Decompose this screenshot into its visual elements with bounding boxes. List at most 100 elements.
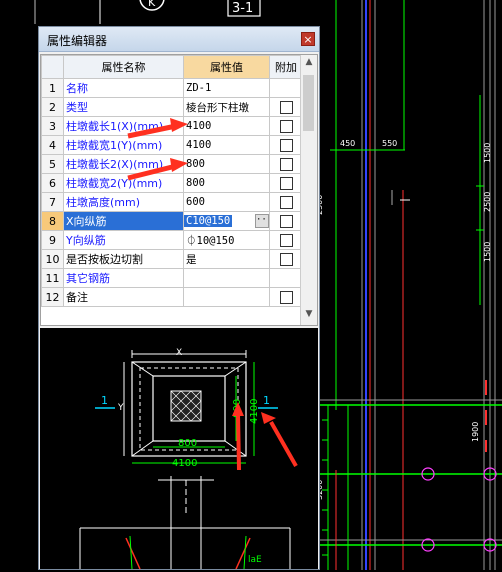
property-name[interactable]: 其它钢筋 (63, 268, 184, 288)
header-name[interactable]: 属性名称 (63, 55, 184, 79)
property-value[interactable]: ⏀10@150 (183, 230, 270, 250)
extra-cell[interactable] (269, 97, 303, 117)
extra-cell[interactable] (269, 173, 303, 193)
table-row[interactable]: 7 柱墩高度(mm) 600 (41, 192, 303, 212)
annotation-arrow (269, 421, 298, 467)
property-value[interactable]: 4100 (183, 135, 270, 155)
table-row[interactable]: 5 柱墩截长2(X)(mm) 800 (41, 154, 303, 174)
extra-checkbox[interactable] (279, 195, 293, 209)
property-name[interactable]: 柱墩高度(mm) (63, 192, 184, 212)
scroll-up-icon[interactable]: ▲ (301, 57, 317, 71)
property-value[interactable]: 是 (183, 249, 270, 269)
table-row[interactable]: 8X向纵筋C10@150 ··· (41, 211, 303, 231)
property-value[interactable]: 800 (183, 173, 270, 193)
extra-checkbox[interactable] (279, 119, 293, 133)
row-number: 11 (41, 268, 64, 288)
header-row: 属性名称 属性值 附加 (41, 55, 303, 79)
preview-panel: X Y 800 4100 4100 1 1 laE (40, 328, 318, 570)
arrow-head (261, 412, 276, 424)
table-row[interactable]: 6 柱墩截宽2(Y)(mm) 800 (41, 173, 303, 193)
property-value[interactable]: 600 (183, 192, 270, 212)
extra-cell[interactable] (269, 230, 303, 250)
extra-cell[interactable] (269, 78, 303, 98)
dim-v-1500: 1500 (483, 143, 492, 163)
dialog-titlebar[interactable]: 属性编辑器 × (39, 27, 319, 52)
property-name[interactable]: 柱墩截长1(X)(mm) (63, 116, 184, 136)
scroll-down-icon[interactable]: ▼ (301, 309, 317, 323)
extra-cell[interactable] (269, 268, 303, 288)
property-name[interactable]: X向纵筋 (63, 211, 184, 231)
dim-outer: 4100 (172, 458, 197, 469)
axis-tag-k: K (148, 0, 156, 9)
extra-cell[interactable] (269, 249, 303, 269)
extra-checkbox[interactable] (279, 100, 293, 114)
table-row[interactable]: 4 柱墩截宽1(Y)(mm) 4100 (41, 135, 303, 155)
ellipsis-button[interactable]: ··· (255, 214, 269, 228)
property-name[interactable]: 备注 (63, 287, 184, 307)
section-left: 1 (101, 394, 108, 407)
extra-cell[interactable] (269, 135, 303, 155)
dim-v-2500: 2500 (483, 192, 492, 212)
extra-cell[interactable] (269, 287, 303, 307)
dim-550: 550 (382, 139, 397, 148)
header-extra[interactable]: 附加 (269, 55, 303, 79)
property-grid: 属性名称 属性值 附加 1 名称 ZD-1 2 类型 棱台形下柱墩 3 柱墩截长1(X)(mm… (40, 54, 318, 326)
extra-cell[interactable] (269, 211, 303, 231)
extra-cell[interactable] (269, 116, 303, 136)
property-name[interactable]: 柱墩截宽1(Y)(mm) (63, 135, 184, 155)
extra-checkbox[interactable] (279, 252, 293, 266)
section-right: 1 (263, 394, 270, 407)
table-row[interactable]: 9 Y向纵筋 ⏀10@150 (41, 230, 303, 250)
header-value[interactable]: 属性值 (183, 55, 270, 79)
dialog-title: 属性编辑器 (47, 34, 108, 48)
property-name[interactable]: Y向纵筋 (63, 230, 184, 250)
extra-checkbox[interactable] (279, 157, 293, 171)
extra-cell[interactable] (269, 154, 303, 174)
extra-checkbox[interactable] (279, 290, 293, 304)
property-name[interactable]: 柱墩截宽2(Y)(mm) (63, 173, 184, 193)
header-num (41, 55, 64, 79)
property-name[interactable]: 柱墩截长2(X)(mm) (63, 154, 184, 174)
rebar-green (243, 535, 247, 570)
property-value[interactable] (183, 287, 270, 307)
property-value[interactable]: 4100 (183, 116, 270, 136)
table-row[interactable]: 1 名称 ZD-1 (41, 78, 303, 98)
property-value-editor[interactable]: C10@150 ··· (183, 211, 270, 231)
property-name[interactable]: 是否按板边切割 (63, 249, 184, 269)
row-number: 12 (41, 287, 64, 307)
diag (224, 440, 247, 457)
table-row[interactable]: 10 是否按板边切割是 (41, 249, 303, 269)
property-value[interactable] (183, 268, 270, 288)
dim-450: 450 (340, 139, 355, 148)
table-row[interactable]: 2 类型 棱台形下柱墩 (41, 97, 303, 117)
row-number: 9 (41, 230, 64, 250)
row-number: 10 (41, 249, 64, 269)
property-name[interactable]: 名称 (63, 78, 184, 98)
grid-scrollbar[interactable]: ▲ ▼ (300, 55, 317, 325)
extra-checkbox[interactable] (279, 176, 293, 190)
scroll-thumb[interactable] (303, 75, 314, 131)
property-value[interactable]: 棱台形下柱墩 (183, 97, 270, 117)
extra-cell[interactable] (269, 192, 303, 212)
table-row[interactable]: 11 其它钢筋 (41, 268, 303, 288)
table-row[interactable]: 12 备注 (41, 287, 303, 307)
annotation-arrow (236, 412, 241, 471)
property-editor-dialog: 属性编辑器 × 属性名称 属性值 附加 1 名称 ZD-1 2 类型 棱台形下柱墩 3 柱墩截… (38, 26, 320, 570)
property-value-input[interactable]: C10@150 (184, 215, 233, 227)
property-value[interactable]: ZD-1 (183, 78, 270, 98)
dim-v-1900: 1900 (471, 422, 480, 442)
row-number: 6 (41, 173, 64, 193)
table-row[interactable]: 3 柱墩截长1(X)(mm) 4100 (41, 116, 303, 136)
dim-v-1500-mid: 1500 (483, 242, 492, 262)
diag (131, 440, 154, 457)
extra-checkbox[interactable] (279, 214, 293, 228)
rebar-red (125, 537, 141, 570)
extra-checkbox[interactable] (279, 233, 293, 247)
row-number: 7 (41, 192, 64, 212)
close-button[interactable]: × (301, 32, 315, 46)
property-name[interactable]: 类型 (63, 97, 184, 117)
row-number: 8 (41, 211, 64, 231)
extra-checkbox[interactable] (279, 138, 293, 152)
x-label: X (176, 348, 182, 358)
property-value[interactable]: 800 (183, 154, 270, 174)
